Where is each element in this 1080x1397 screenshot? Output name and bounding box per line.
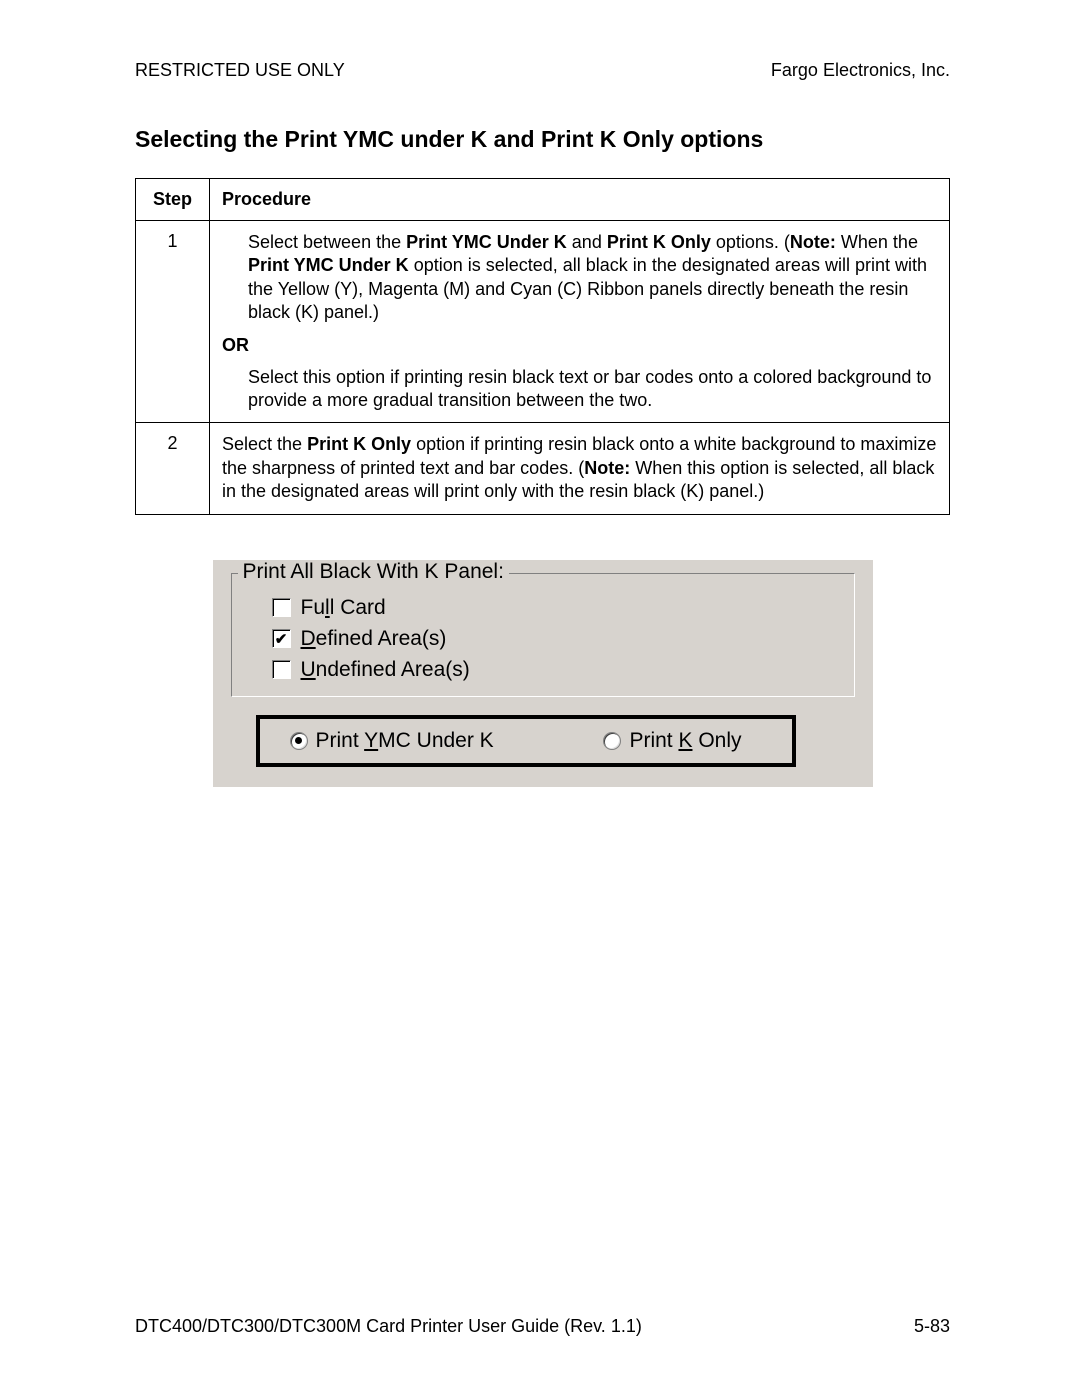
col-header-step: Step	[136, 179, 210, 221]
checkbox-icon: ✔	[272, 629, 291, 648]
step1-para1: Select between the Print YMC Under K and…	[248, 231, 937, 325]
checkbox-label: Defined Area(s)	[301, 627, 447, 651]
radio-icon	[290, 732, 308, 750]
header-right: Fargo Electronics, Inc.	[771, 60, 950, 81]
radio-print-ymc-under-k[interactable]: Print YMC Under K	[290, 729, 494, 753]
footer-right: 5-83	[914, 1316, 950, 1337]
page-footer: DTC400/DTC300/DTC300M Card Printer User …	[135, 1316, 950, 1337]
page-header: RESTRICTED USE ONLY Fargo Electronics, I…	[135, 60, 950, 81]
checkbox-label: Full Card	[301, 596, 386, 620]
step-cell: Select the Print K Only option if printi…	[210, 423, 950, 514]
radio-label: Print YMC Under K	[316, 729, 494, 753]
radio-icon	[603, 732, 621, 750]
checkbox-label: Undefined Area(s)	[301, 658, 470, 682]
procedure-table: Step Procedure 1 Select between the Prin…	[135, 178, 950, 515]
dialog-screenshot: Print All Black With K Panel: Full Card …	[213, 560, 873, 787]
k-panel-group: Print All Black With K Panel: Full Card …	[213, 560, 873, 787]
radio-group: Print YMC Under K Print K Only	[256, 715, 796, 767]
checkbox-full-card[interactable]: Full Card	[272, 596, 836, 620]
step1-para2: Select this option if printing resin bla…	[248, 366, 937, 413]
k-panel-fieldset: Print All Black With K Panel: Full Card …	[231, 573, 855, 697]
radio-label: Print K Only	[629, 729, 741, 753]
step-number: 2	[136, 423, 210, 514]
fieldset-legend: Print All Black With K Panel:	[238, 560, 509, 584]
step-number: 1	[136, 221, 210, 423]
checkbox-undefined-areas[interactable]: Undefined Area(s)	[272, 658, 836, 682]
checkbox-icon	[272, 660, 291, 679]
section-title: Selecting the Print YMC under K and Prin…	[135, 126, 950, 153]
checkbox-defined-areas[interactable]: ✔ Defined Area(s)	[272, 627, 836, 651]
step-cell: Select between the Print YMC Under K and…	[210, 221, 950, 423]
table-row: 1 Select between the Print YMC Under K a…	[136, 221, 950, 423]
checkbox-icon	[272, 598, 291, 617]
col-header-procedure: Procedure	[210, 179, 950, 221]
or-label: OR	[222, 335, 937, 356]
step2-para: Select the Print K Only option if printi…	[222, 433, 937, 503]
radio-print-k-only[interactable]: Print K Only	[603, 729, 741, 753]
table-row: 2 Select the Print K Only option if prin…	[136, 423, 950, 514]
header-left: RESTRICTED USE ONLY	[135, 60, 345, 81]
footer-left: DTC400/DTC300/DTC300M Card Printer User …	[135, 1316, 642, 1337]
